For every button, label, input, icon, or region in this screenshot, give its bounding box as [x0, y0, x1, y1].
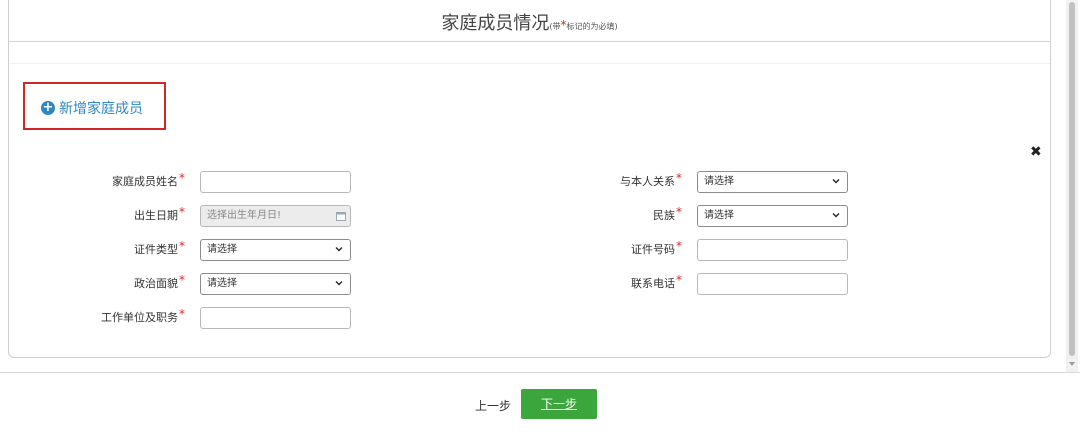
- birth-date-input[interactable]: 选择出生年月日!: [200, 205, 351, 227]
- member-name-input[interactable]: [200, 171, 351, 193]
- required-mark: *: [676, 239, 682, 253]
- page: 家庭成员情况(带*标记的为必填) + 新增家庭成员 家庭成员姓名* 出生日期* …: [0, 0, 1080, 432]
- label-member-name: 家庭成员姓名*: [67, 171, 185, 189]
- next-step-button[interactable]: 下一步: [521, 389, 597, 419]
- scrollbar-thumb[interactable]: [1069, 2, 1075, 356]
- label-text: 家庭成员姓名: [112, 175, 178, 188]
- label-text: 工作单位及职务: [101, 311, 178, 324]
- birth-date-placeholder: 选择出生年月日!: [207, 210, 282, 221]
- scroll-down-arrow-icon[interactable]: [1069, 362, 1075, 366]
- section-header: 家庭成员情况(带*标记的为必填): [9, 0, 1050, 42]
- employer-position-input[interactable]: [200, 307, 351, 329]
- required-mark: *: [179, 239, 185, 253]
- add-member-highlight: + 新增家庭成员: [23, 82, 166, 130]
- label-text: 出生日期: [134, 209, 178, 222]
- ethnicity-select[interactable]: 请选择: [697, 205, 848, 227]
- plus-circle-icon: +: [41, 100, 55, 115]
- family-members-panel: 家庭成员情况(带*标记的为必填) + 新增家庭成员 家庭成员姓名* 出生日期* …: [8, 0, 1051, 358]
- calendar-icon: [336, 212, 346, 221]
- chevron-down-icon: [832, 213, 840, 218]
- label-text: 民族: [653, 209, 675, 222]
- section-title: 家庭成员情况(带*标记的为必填): [9, 9, 1050, 35]
- prev-step-button[interactable]: 上一步: [475, 397, 511, 414]
- label-phone: 联系电话*: [562, 273, 682, 291]
- required-mark: *: [676, 273, 682, 287]
- required-mark: *: [179, 171, 185, 185]
- label-id-number: 证件号码*: [562, 239, 682, 257]
- required-mark: *: [179, 307, 185, 321]
- relationship-value: 请选择: [704, 176, 734, 187]
- required-mark: *: [179, 273, 185, 287]
- relationship-select[interactable]: 请选择: [697, 171, 848, 193]
- ethnicity-value: 请选择: [704, 210, 734, 221]
- label-birth-date: 出生日期*: [67, 205, 185, 223]
- required-mark: *: [676, 205, 682, 219]
- label-id-type: 证件类型*: [67, 239, 185, 257]
- id-type-select[interactable]: 请选择: [200, 239, 351, 261]
- required-mark: *: [676, 171, 682, 185]
- section-title-text: 家庭成员情况: [441, 13, 550, 34]
- label-political-status: 政治面貌*: [67, 273, 185, 291]
- label-relationship: 与本人关系*: [562, 171, 682, 189]
- required-note: (带*标记的为必填): [549, 18, 618, 32]
- label-employer-position: 工作单位及职务*: [67, 307, 185, 325]
- political-status-select[interactable]: 请选择: [200, 273, 351, 295]
- close-icon[interactable]: ✖: [1030, 144, 1042, 160]
- add-member-label: 新增家庭成员: [59, 101, 143, 117]
- id-number-input[interactable]: [697, 239, 848, 261]
- chevron-down-icon: [832, 179, 840, 184]
- required-note-prefix: (带: [549, 22, 561, 31]
- label-text: 与本人关系: [620, 175, 675, 188]
- phone-input[interactable]: [697, 273, 848, 295]
- vertical-scrollbar[interactable]: [1066, 0, 1078, 372]
- id-type-value: 请选择: [207, 244, 237, 255]
- required-note-suffix: 标记的为必填): [566, 22, 618, 31]
- political-status-value: 请选择: [207, 278, 237, 289]
- label-text: 联系电话: [631, 277, 675, 290]
- label-text: 证件号码: [631, 243, 675, 256]
- label-text: 政治面貌: [134, 277, 178, 290]
- label-text: 证件类型: [134, 243, 178, 256]
- label-ethnicity: 民族*: [562, 205, 682, 223]
- header-spacer: [9, 42, 1050, 64]
- add-member-button[interactable]: + 新增家庭成员: [41, 98, 143, 118]
- chevron-down-icon: [335, 281, 343, 286]
- divider: [0, 372, 1080, 373]
- chevron-down-icon: [335, 247, 343, 252]
- required-mark: *: [179, 205, 185, 219]
